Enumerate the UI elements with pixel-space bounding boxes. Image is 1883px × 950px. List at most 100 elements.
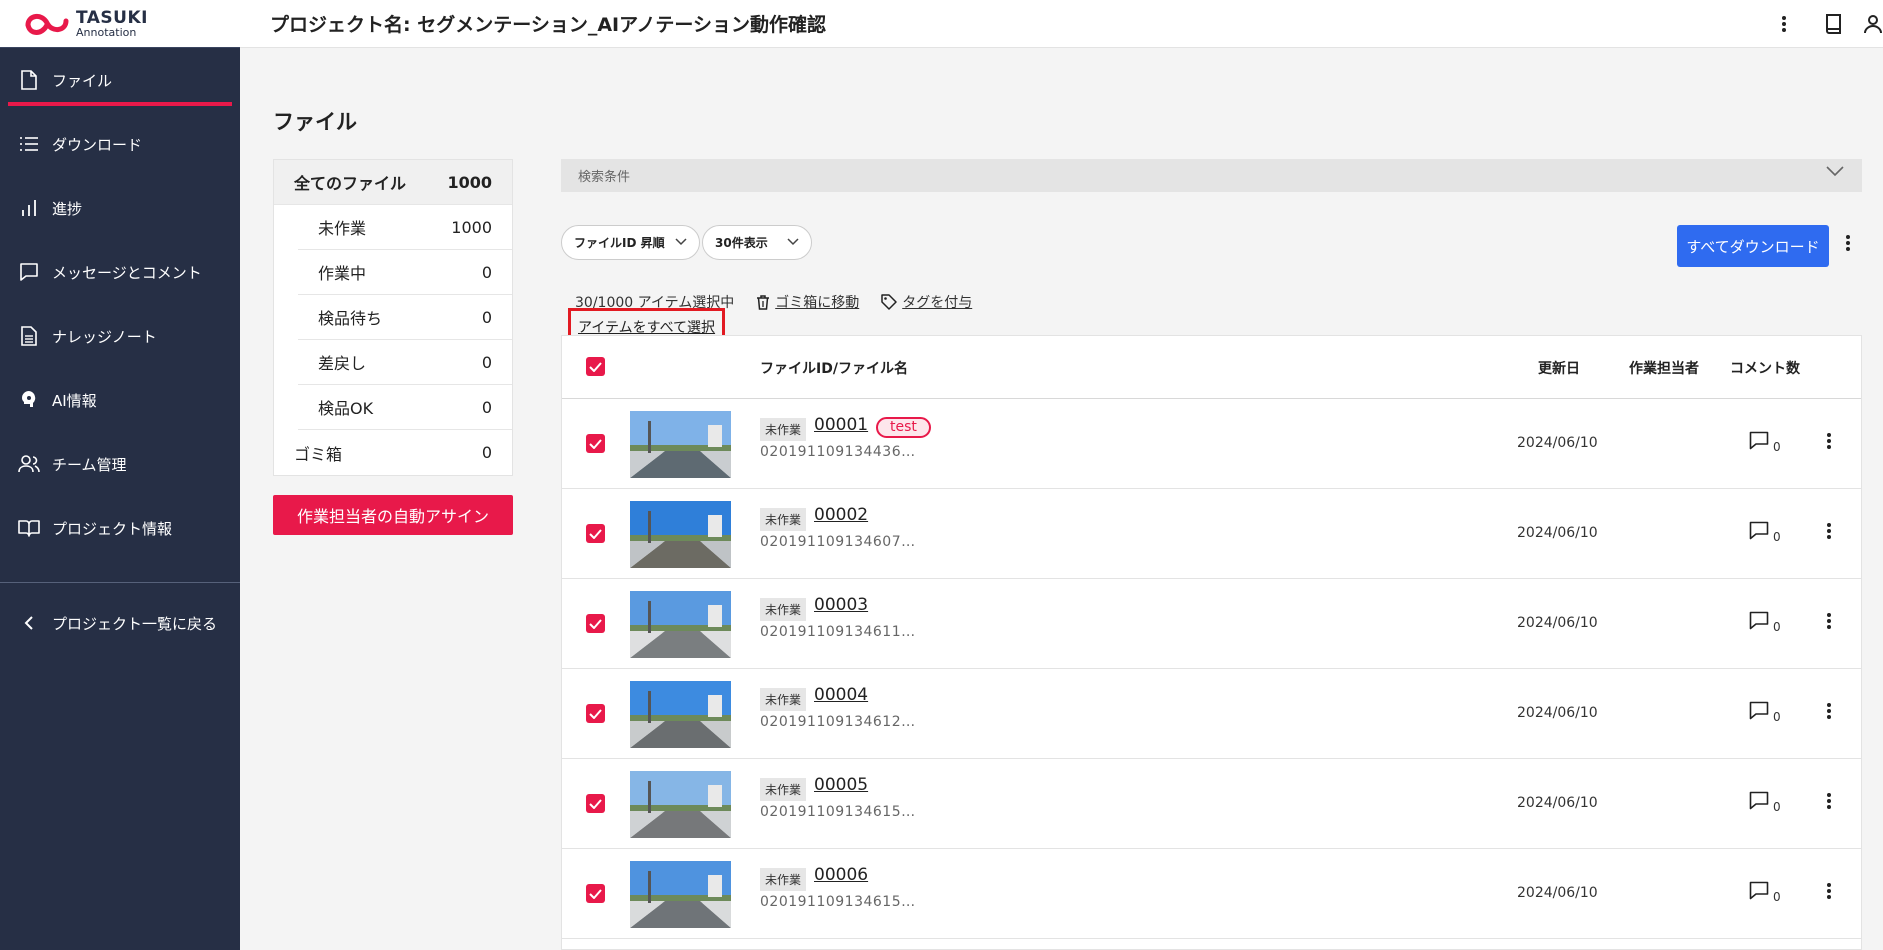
add-tag-button[interactable]: タグを付与 bbox=[881, 292, 972, 312]
updated-date: 2024/06/10 bbox=[1517, 795, 1598, 811]
more-vertical-icon[interactable] bbox=[1826, 702, 1832, 724]
filter-returned[interactable]: 差戻し 0 bbox=[298, 340, 512, 385]
page-size-select[interactable]: 30件表示 bbox=[702, 225, 812, 260]
chevron-left-icon bbox=[18, 612, 40, 634]
column-header-assignee[interactable]: 作業担当者 bbox=[1629, 358, 1699, 378]
sidebar-item-project-info[interactable]: プロジェクト情報 bbox=[0, 496, 240, 560]
filter-label: 作業中 bbox=[318, 264, 367, 283]
comment-icon bbox=[1749, 431, 1769, 450]
file-thumbnail[interactable] bbox=[630, 591, 731, 658]
file-thumbnail[interactable] bbox=[630, 771, 731, 838]
filter-inspection-ok[interactable]: 検品OK 0 bbox=[298, 385, 512, 430]
more-vertical-icon[interactable] bbox=[1781, 15, 1787, 33]
sidebar-item-download[interactable]: ダウンロード bbox=[0, 112, 240, 176]
row-checkbox[interactable] bbox=[586, 524, 605, 543]
column-header-updated[interactable]: 更新日 bbox=[1538, 358, 1580, 378]
sidebar-item-label: ダウンロード bbox=[52, 135, 143, 154]
sidebar-item-progress[interactable]: 進捗 bbox=[0, 176, 240, 240]
logo[interactable]: TASUKI Annotation bbox=[0, 0, 240, 48]
filter-in-progress[interactable]: 作業中 0 bbox=[298, 250, 512, 295]
file-id-link[interactable]: 00004 bbox=[814, 685, 868, 705]
table-row[interactable]: 未作業 00006 020191109134615… 2024/06/10 0 bbox=[562, 849, 1861, 939]
row-checkbox[interactable] bbox=[586, 614, 605, 633]
comment-count[interactable]: 0 bbox=[1749, 881, 1781, 904]
comment-count[interactable]: 0 bbox=[1749, 431, 1781, 454]
row-checkbox[interactable] bbox=[586, 794, 605, 813]
more-vertical-icon[interactable] bbox=[1826, 882, 1832, 904]
status-badge: 未作業 bbox=[760, 778, 807, 801]
filter-all-files[interactable]: 全てのファイル 1000 bbox=[274, 160, 512, 205]
file-id-link[interactable]: 00006 bbox=[814, 865, 868, 885]
sort-select[interactable]: ファイルID 昇順 bbox=[561, 225, 700, 260]
sidebar-item-label: AI情報 bbox=[52, 391, 97, 410]
filter-trash[interactable]: ゴミ箱 0 bbox=[274, 430, 512, 475]
sidebar-item-ai[interactable]: AI情報 bbox=[0, 368, 240, 432]
page-size-value: 30件表示 bbox=[715, 236, 768, 250]
comment-count[interactable]: 0 bbox=[1749, 701, 1781, 724]
table-row[interactable]: 未作業 00004 020191109134612… 2024/06/10 0 bbox=[562, 669, 1861, 759]
more-vertical-icon[interactable] bbox=[1845, 234, 1851, 256]
add-tag-label: タグを付与 bbox=[902, 295, 973, 311]
table-row[interactable]: 未作業 00003 020191109134611… 2024/06/10 0 bbox=[562, 579, 1861, 669]
search-conditions-toggle[interactable]: 検索条件 bbox=[561, 159, 1862, 192]
row-checkbox[interactable] bbox=[586, 884, 605, 903]
sidebar-item-messages[interactable]: メッセージとコメント bbox=[0, 240, 240, 304]
filter-label: 検品待ち bbox=[318, 309, 383, 328]
file-thumbnail[interactable] bbox=[630, 861, 731, 928]
table-row[interactable]: 未作業 00002 020191109134607… 2024/06/10 0 bbox=[562, 489, 1861, 579]
move-to-trash-button[interactable]: ゴミ箱に移動 bbox=[756, 292, 859, 312]
select-all-checkbox[interactable] bbox=[586, 357, 605, 376]
sidebar-item-label: メッセージとコメント bbox=[52, 263, 202, 282]
sidebar-item-files[interactable]: ファイル bbox=[0, 48, 240, 112]
file-thumbnail[interactable] bbox=[630, 681, 731, 748]
sidebar-item-team[interactable]: チーム管理 bbox=[0, 432, 240, 496]
file-id-link[interactable]: 00001 bbox=[814, 415, 868, 435]
file-id-link[interactable]: 00003 bbox=[814, 595, 868, 615]
file-thumbnail[interactable] bbox=[630, 411, 731, 478]
ai-brain-icon bbox=[18, 389, 40, 411]
sidebar: TASUKI Annotation ファイル ダウンロード 進捗 メッセージとコ… bbox=[0, 0, 240, 950]
sidebar-item-label: ナレッジノート bbox=[52, 327, 157, 346]
file-thumbnail[interactable] bbox=[630, 501, 731, 568]
download-all-button[interactable]: すべてダウンロード bbox=[1677, 225, 1829, 267]
logo-subtitle: Annotation bbox=[76, 25, 137, 39]
row-checkbox[interactable] bbox=[586, 704, 605, 723]
comment-count-value: 0 bbox=[1773, 530, 1781, 544]
more-vertical-icon[interactable] bbox=[1826, 792, 1832, 814]
more-vertical-icon[interactable] bbox=[1826, 522, 1832, 544]
status-badge: 未作業 bbox=[760, 508, 807, 531]
sidebar-item-label: チーム管理 bbox=[52, 455, 127, 474]
user-icon[interactable] bbox=[1863, 14, 1883, 34]
more-vertical-icon[interactable] bbox=[1826, 432, 1832, 454]
back-to-projects-link[interactable]: プロジェクト一覧に戻る bbox=[0, 591, 240, 655]
file-name: 020191109134607… bbox=[760, 534, 916, 550]
chat-icon bbox=[18, 261, 40, 283]
comment-count[interactable]: 0 bbox=[1749, 791, 1781, 814]
chevron-down-icon bbox=[1826, 165, 1844, 181]
table-row[interactable]: 未作業 00005 020191109134615… 2024/06/10 0 bbox=[562, 759, 1861, 849]
comment-count-value: 0 bbox=[1773, 710, 1781, 724]
comment-count[interactable]: 0 bbox=[1749, 611, 1781, 634]
manual-book-icon[interactable] bbox=[1825, 13, 1843, 35]
comment-count[interactable]: 0 bbox=[1749, 521, 1781, 544]
column-header-comments[interactable]: コメント数 bbox=[1730, 358, 1800, 378]
filter-label: 全てのファイル bbox=[294, 174, 407, 193]
auto-assign-button[interactable]: 作業担当者の自動アサイン bbox=[273, 495, 513, 535]
sidebar-item-knowledge[interactable]: ナレッジノート bbox=[0, 304, 240, 368]
updated-date: 2024/06/10 bbox=[1517, 435, 1598, 451]
filter-label: 検品OK bbox=[318, 399, 374, 418]
file-id-link[interactable]: 00002 bbox=[814, 505, 868, 525]
filter-awaiting-inspection[interactable]: 検品待ち 0 bbox=[298, 295, 512, 340]
more-vertical-icon[interactable] bbox=[1826, 612, 1832, 634]
filter-not-started[interactable]: 未作業 1000 bbox=[298, 205, 512, 250]
file-id-link[interactable]: 00005 bbox=[814, 775, 868, 795]
list-icon bbox=[18, 133, 40, 155]
file-icon bbox=[18, 69, 40, 91]
row-checkbox[interactable] bbox=[586, 434, 605, 453]
comment-count-value: 0 bbox=[1773, 890, 1781, 904]
column-header-file[interactable]: ファイルID/ファイル名 bbox=[760, 358, 908, 378]
page-title: プロジェクト名: セグメンテーション_AIアノテーション動作確認 bbox=[270, 14, 827, 36]
file-tag: test bbox=[876, 417, 931, 438]
sort-select-value: ファイルID 昇順 bbox=[574, 236, 665, 250]
table-row[interactable]: 未作業 00001 test 020191109134436… 2024/06/10 0 bbox=[562, 399, 1861, 489]
